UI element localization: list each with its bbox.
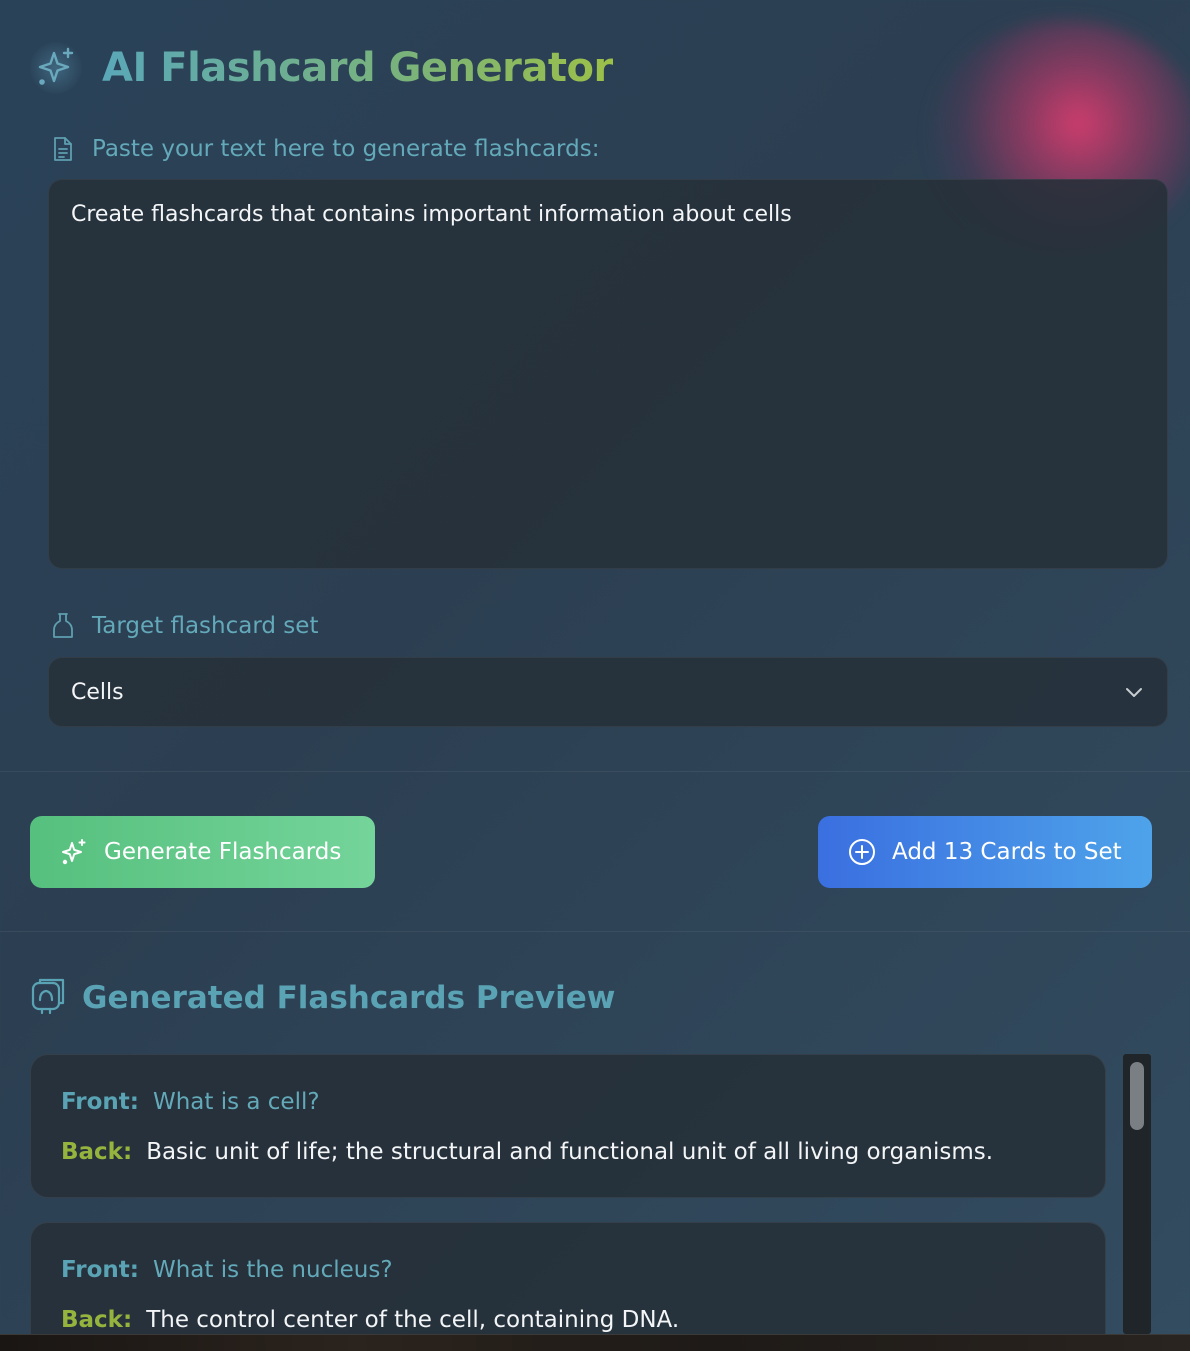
preview-title: Generated Flashcards Preview: [82, 980, 616, 1016]
back-key: Back:: [61, 1139, 133, 1165]
add-cards-to-set-button[interactable]: Add 13 Cards to Set: [818, 816, 1152, 888]
generate-flashcards-button[interactable]: Generate Flashcards: [30, 816, 375, 888]
scrollbar-thumb[interactable]: [1130, 1062, 1144, 1130]
flashcard-preview-item: Front: What is the nucleus? Back: The co…: [30, 1222, 1106, 1334]
source-text-input[interactable]: Create flashcards that contains importan…: [48, 179, 1168, 569]
sparkles-icon: [58, 836, 90, 868]
flashcard-preview-item: Front: What is a cell? Back: Basic unit …: [30, 1054, 1106, 1198]
preview-header: Generated Flashcards Preview: [30, 978, 615, 1018]
divider: [0, 931, 1190, 932]
card-back-text: The control center of the cell, containi…: [146, 1307, 680, 1333]
target-set-select[interactable]: Cells: [48, 657, 1168, 727]
sparkles-icon: [30, 42, 82, 94]
text-input-label: Paste your text here to generate flashca…: [50, 136, 599, 162]
target-set-label: Target flashcard set: [50, 613, 318, 639]
divider: [0, 771, 1190, 772]
card-back-row: Back: The control center of the cell, co…: [61, 1295, 1075, 1334]
card-front-text: What is a cell?: [152, 1089, 320, 1115]
add-cards-to-set-label: Add 13 Cards to Set: [892, 839, 1122, 865]
card-front-text: What is the nucleus?: [152, 1257, 393, 1283]
back-key: Back:: [61, 1307, 133, 1333]
target-set-label-text: Target flashcard set: [92, 613, 319, 639]
flask-icon: [50, 613, 76, 639]
chevron-down-icon: [1123, 680, 1145, 705]
preview-scrollbar[interactable]: [1123, 1054, 1151, 1334]
card-back-row: Back: Basic unit of life; the structural…: [61, 1127, 1075, 1177]
page-title: AI Flashcard Generator: [102, 45, 613, 91]
front-key: Front:: [61, 1257, 139, 1283]
document-icon: [50, 136, 76, 162]
generate-flashcards-label: Generate Flashcards: [104, 839, 342, 865]
cards-icon: [30, 978, 66, 1018]
front-key: Front:: [61, 1089, 139, 1115]
text-input-label-text: Paste your text here to generate flashca…: [92, 136, 600, 162]
card-front-row: Front: What is a cell?: [61, 1077, 1075, 1127]
target-set-selected-value: Cells: [71, 679, 124, 705]
flashcard-preview-list[interactable]: Front: What is a cell? Back: Basic unit …: [30, 1054, 1107, 1334]
window-bottom-edge: [0, 1334, 1190, 1351]
card-front-row: Front: What is the nucleus?: [61, 1245, 1075, 1295]
plus-circle-icon: [846, 836, 878, 868]
app-header: AI Flashcard Generator: [30, 36, 613, 100]
card-back-text: Basic unit of life; the structural and f…: [146, 1139, 994, 1165]
